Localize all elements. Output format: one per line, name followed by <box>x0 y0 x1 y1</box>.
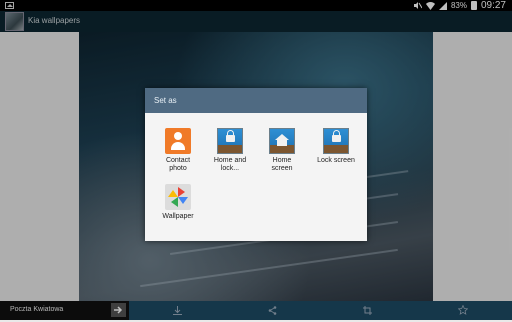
lock-screen-icon <box>323 128 349 154</box>
contact-icon <box>165 128 191 154</box>
option-contact-photo[interactable]: Contact photo <box>154 128 202 173</box>
option-label: Home and <box>213 157 247 164</box>
option-label: lock... <box>220 165 240 172</box>
option-home-screen[interactable]: Home screen <box>258 128 306 173</box>
option-label: screen <box>271 165 293 172</box>
option-label: photo <box>169 165 187 172</box>
option-label: Contact <box>165 157 191 164</box>
option-lock-screen[interactable]: Lock screen <box>310 128 362 165</box>
home-screen-icon <box>269 128 295 154</box>
option-wallpaper[interactable]: Wallpaper <box>154 184 202 221</box>
option-label: Wallpaper <box>162 213 194 220</box>
home-and-lock-icon <box>217 128 243 154</box>
option-label: Lock screen <box>317 157 355 164</box>
option-label: Home <box>272 157 292 164</box>
set-as-dialog: Set as Contact photo Home and lock... Ho… <box>145 88 367 241</box>
wallpaper-pinwheel-icon <box>165 184 191 210</box>
dialog-title: Set as <box>145 88 367 113</box>
option-home-and-lock[interactable]: Home and lock... <box>206 128 254 173</box>
